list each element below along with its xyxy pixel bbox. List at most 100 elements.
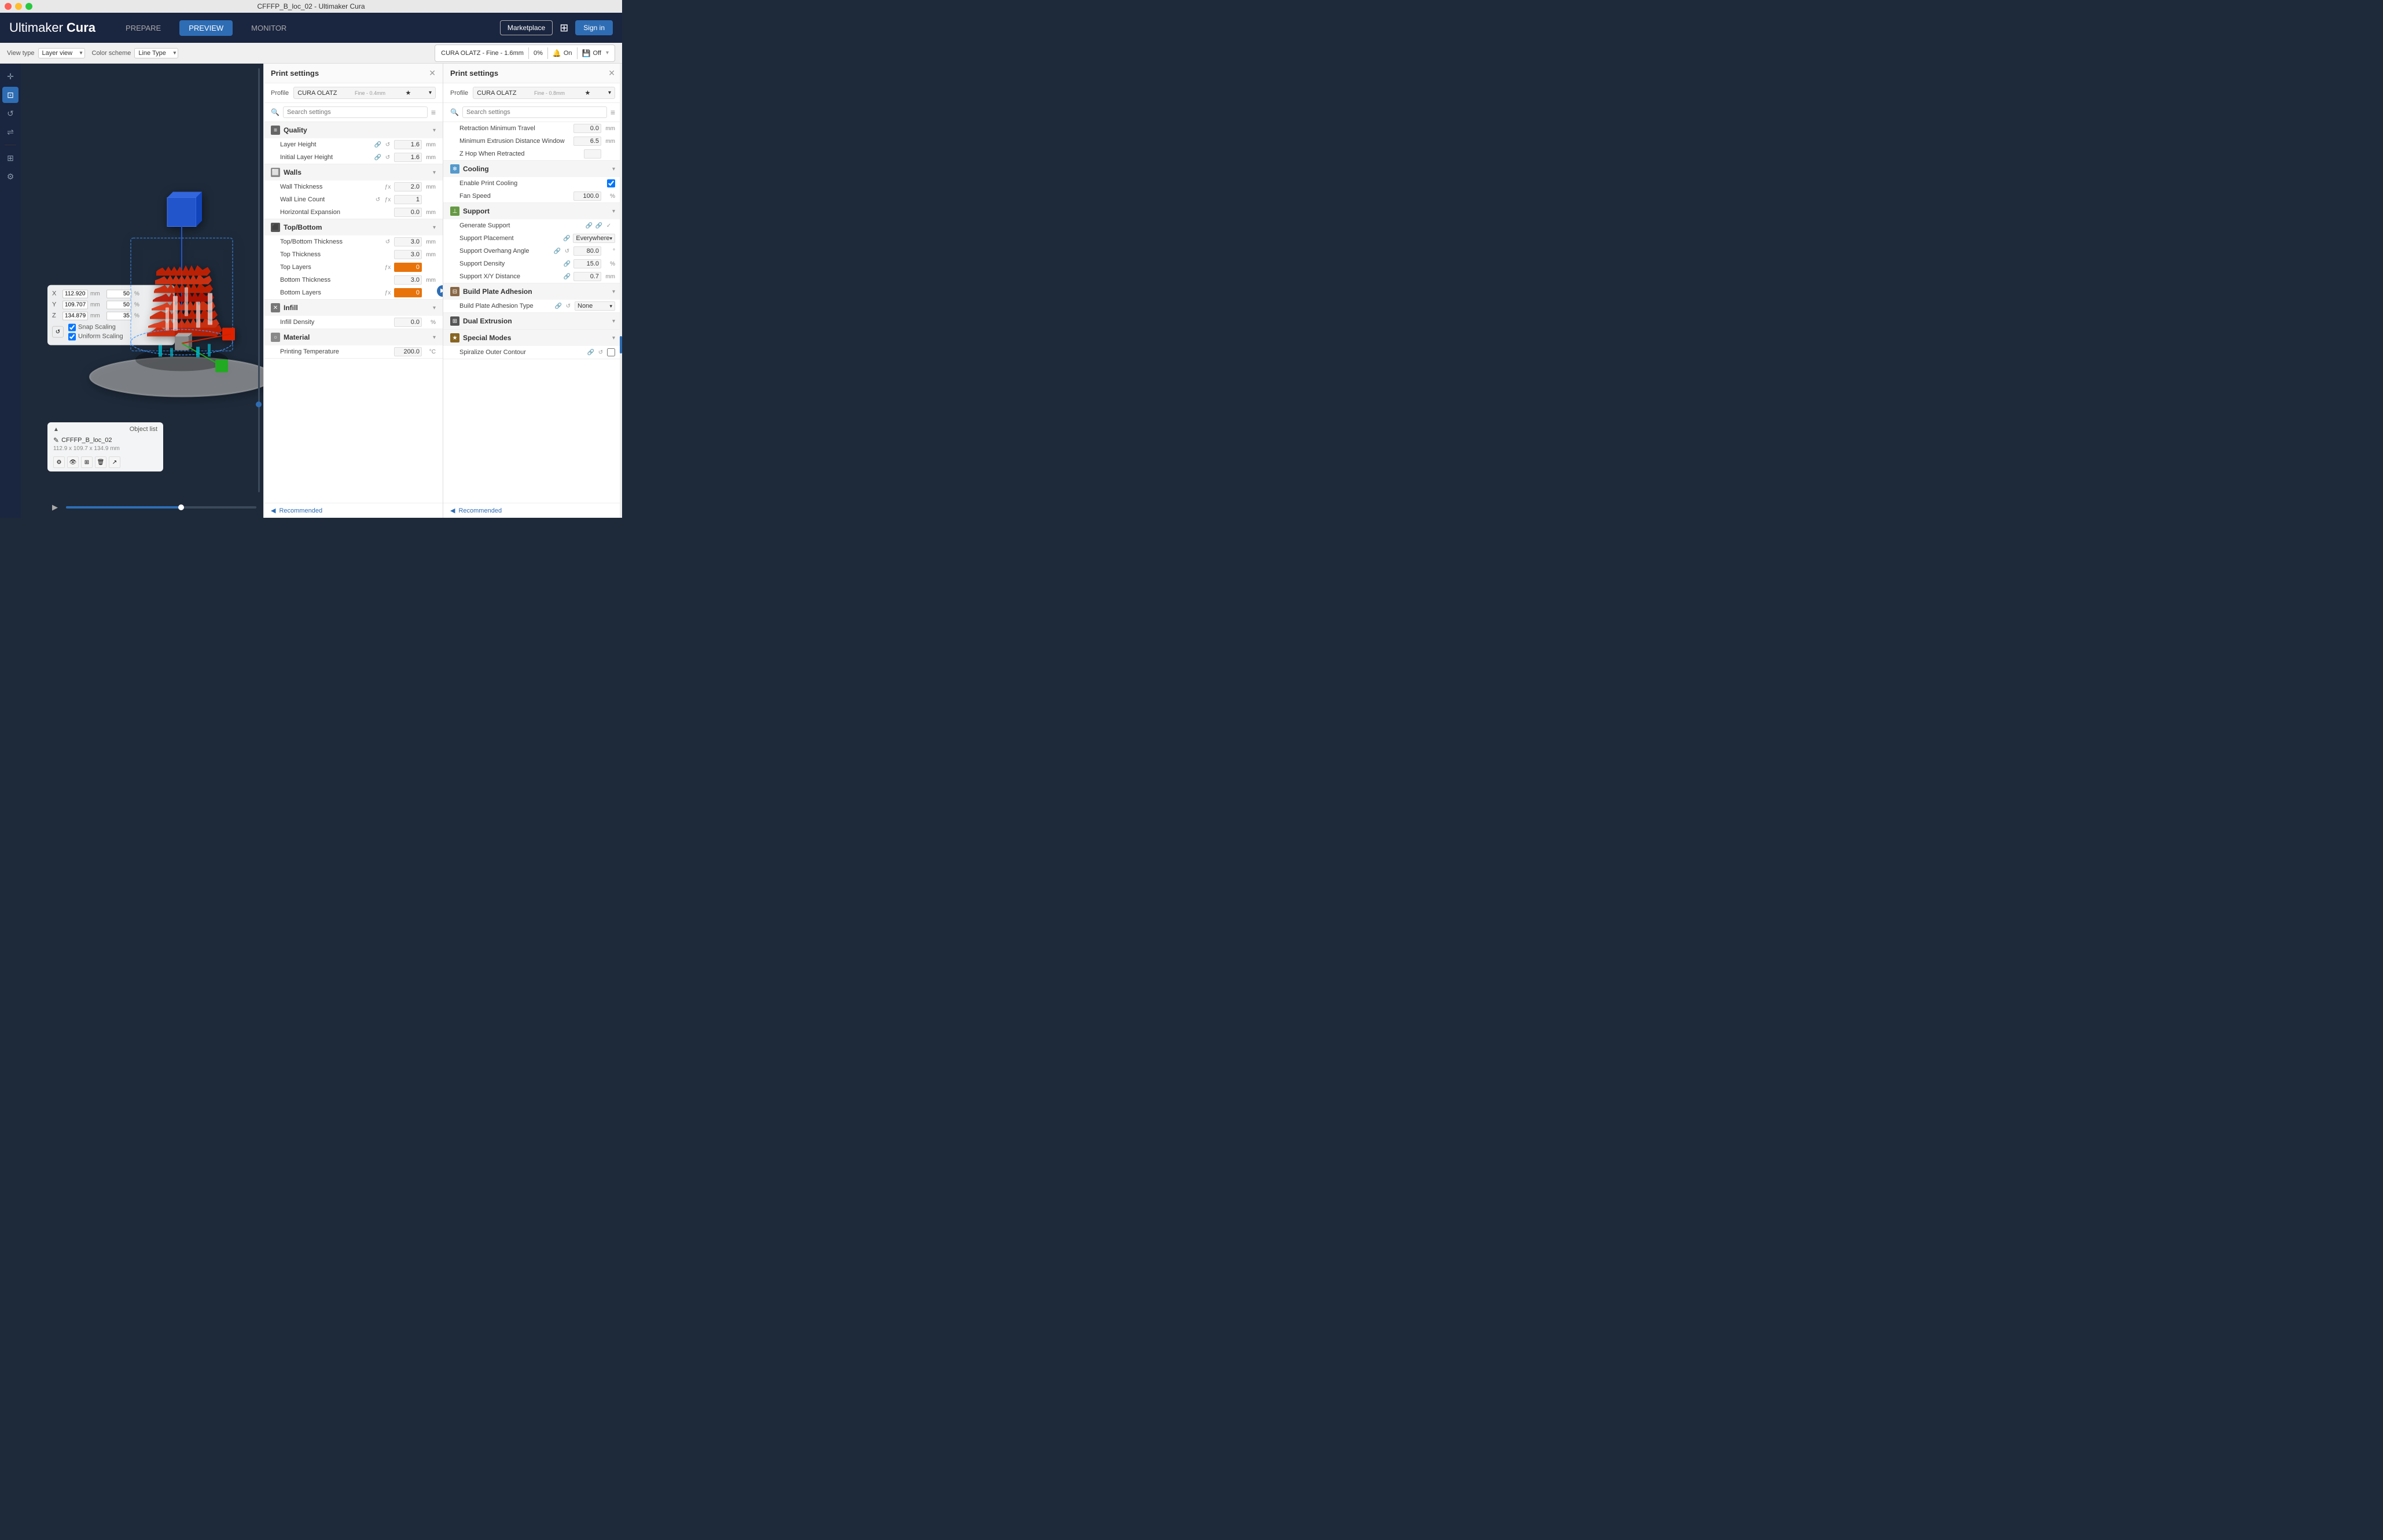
support-density-link-icon[interactable]: 🔗 <box>563 260 571 268</box>
min-extrusion-dist-value[interactable] <box>573 137 601 146</box>
top-layers-value[interactable] <box>394 263 422 272</box>
marketplace-button[interactable]: Marketplace <box>500 20 553 35</box>
obj-delete-icon[interactable]: 🗑 <box>95 456 106 468</box>
play-button[interactable]: ▶ <box>49 501 61 514</box>
close-button[interactable] <box>5 3 12 10</box>
quality-section-header[interactable]: ≡ Quality ▾ <box>264 122 443 138</box>
obj-export-icon[interactable]: ↗ <box>109 456 120 468</box>
bottom-thickness-value[interactable] <box>394 275 422 285</box>
3d-model[interactable] <box>83 180 264 401</box>
chevron-down-icon[interactable]: ▾ <box>606 50 609 56</box>
support-placement-dropdown[interactable]: Everywhere ▾ <box>573 234 615 243</box>
cooling-section-header[interactable]: ❄ Cooling ▾ <box>443 161 622 177</box>
fan-speed-value[interactable] <box>573 191 601 201</box>
wall-thickness-value[interactable] <box>394 182 422 191</box>
printing-temp-value[interactable] <box>394 347 422 356</box>
layer-track[interactable] <box>258 68 260 492</box>
minimize-button[interactable] <box>15 3 22 10</box>
spiralize-reset-icon[interactable]: ↺ <box>597 348 605 356</box>
wall-line-count-reset-icon[interactable]: ↺ <box>374 196 382 204</box>
wall-line-count-value[interactable] <box>394 195 422 204</box>
obj-settings-icon[interactable]: ⚙ <box>53 456 65 468</box>
scale-tool-button[interactable]: ⊡ <box>2 87 19 103</box>
object-list-header[interactable]: ▲ Object list <box>53 426 157 433</box>
horizontal-expansion-value[interactable] <box>394 208 422 217</box>
nav-prepare[interactable]: PREPARE <box>116 20 170 36</box>
color-scheme-select[interactable]: Line Type <box>134 48 178 58</box>
generate-support-link2-icon[interactable]: 🔗 <box>595 222 603 230</box>
support-overhang-reset-icon[interactable]: ↺ <box>563 247 571 255</box>
nav-monitor[interactable]: MONITOR <box>242 20 296 36</box>
spiralize-link-icon[interactable]: 🔗 <box>587 348 595 356</box>
build-plate-adhesion-dropdown[interactable]: None ▾ <box>575 301 615 311</box>
reset-transform-button[interactable]: ↺ <box>52 326 64 338</box>
infill-section-header[interactable]: ✕ Infill ▾ <box>264 300 443 316</box>
layer-height-reset-icon[interactable]: ↺ <box>384 141 392 149</box>
sign-in-button[interactable]: Sign in <box>575 20 613 35</box>
close-left-panel-button[interactable]: ✕ <box>429 68 436 78</box>
material-section-header[interactable]: ○ Material ▾ <box>264 329 443 345</box>
mirror-tool-button[interactable]: ⇌ <box>2 124 19 140</box>
bottom-layers-value[interactable] <box>394 288 422 297</box>
retraction-min-travel-value[interactable] <box>573 124 601 133</box>
recommended-button-right[interactable]: ◀ Recommended <box>443 503 622 518</box>
settings-menu-icon-right[interactable]: ≡ <box>611 108 615 117</box>
layer-progress-bar[interactable] <box>66 506 256 509</box>
color-scheme-select-wrapper[interactable]: Line Type <box>134 48 178 58</box>
profile-select-right[interactable]: CURA OLATZ Fine - 0.8mm ★ ▾ <box>473 87 615 99</box>
wall-thickness-fx-icon[interactable]: ƒx <box>384 183 392 191</box>
special-modes-section-header[interactable]: ★ Special Modes ▾ <box>443 330 622 346</box>
profile-select-left[interactable]: CURA OLATZ Fine - 0.4mm ★ ▾ <box>293 87 436 99</box>
view-type-select[interactable]: Layer view <box>38 48 85 58</box>
support-xy-distance-link-icon[interactable]: 🔗 <box>563 272 571 281</box>
layer-handle[interactable] <box>256 401 262 407</box>
support-tool-button[interactable]: ⊞ <box>2 150 19 166</box>
top-bottom-thickness-value[interactable] <box>394 237 422 246</box>
top-bottom-thickness-reset-icon[interactable]: ↺ <box>384 238 392 246</box>
per-model-settings-button[interactable]: ⚙ <box>2 168 19 185</box>
rotate-tool-button[interactable]: ↺ <box>2 105 19 121</box>
snap-scaling-checkbox[interactable] <box>68 323 76 331</box>
build-plate-adhesion-link-icon[interactable]: 🔗 <box>554 302 562 310</box>
initial-layer-height-reset-icon[interactable]: ↺ <box>384 153 392 161</box>
support-overhang-link-icon[interactable]: 🔗 <box>553 247 561 255</box>
spiralize-outer-contour-checkbox[interactable] <box>607 348 615 356</box>
support-overhang-angle-value[interactable] <box>573 246 601 256</box>
layer-slider-vertical[interactable] <box>254 64 263 497</box>
support-placement-link-icon[interactable]: 🔗 <box>562 234 571 242</box>
top-bottom-section-header[interactable]: ⬛ Top/Bottom ▾ <box>264 219 443 235</box>
support-section-header[interactable]: ⊥ Support ▾ <box>443 203 622 219</box>
maximize-button[interactable] <box>25 3 32 10</box>
layer-height-value[interactable] <box>394 140 422 149</box>
top-layers-fx-icon[interactable]: ƒx <box>384 263 392 271</box>
obj-visible-icon[interactable]: 👁 <box>67 456 79 468</box>
initial-layer-height-link-icon[interactable]: 🔗 <box>374 153 382 161</box>
move-tool-button[interactable]: ✛ <box>2 68 19 84</box>
uniform-scaling-checkbox[interactable] <box>68 333 76 340</box>
walls-section-header[interactable]: ⬜ Walls ▾ <box>264 164 443 180</box>
build-plate-adhesion-reset-icon[interactable]: ↺ <box>564 302 572 310</box>
dual-extrusion-section-header[interactable]: ⊞ Dual Extrusion ▾ <box>443 313 622 329</box>
infill-density-value[interactable] <box>394 318 422 327</box>
settings-menu-icon[interactable]: ≡ <box>431 108 436 117</box>
build-plate-section-header[interactable]: ⊟ Build Plate Adhesion ▾ <box>443 283 622 300</box>
view-type-select-wrapper[interactable]: Layer view <box>38 48 85 58</box>
top-thickness-value[interactable] <box>394 250 422 259</box>
search-input-right[interactable] <box>462 106 607 118</box>
progress-thumb[interactable] <box>178 504 184 510</box>
wall-line-count-fx-icon[interactable]: ƒx <box>384 196 392 204</box>
apps-icon[interactable]: ⊞ <box>557 20 571 36</box>
obj-duplicate-icon[interactable]: ⊞ <box>81 456 93 468</box>
z-hop-retracted-value[interactable] <box>584 149 601 159</box>
nav-preview[interactable]: PREVIEW <box>179 20 233 36</box>
support-xy-distance-value[interactable] <box>573 272 601 281</box>
enable-print-cooling-checkbox[interactable] <box>607 179 615 187</box>
initial-layer-height-value[interactable] <box>394 153 422 162</box>
generate-support-check-icon[interactable]: ✓ <box>605 222 613 230</box>
close-right-panel-button[interactable]: ✕ <box>608 68 615 78</box>
generate-support-link1-icon[interactable]: 🔗 <box>585 222 593 230</box>
support-density-value[interactable] <box>573 259 601 268</box>
search-input-left[interactable] <box>283 106 428 118</box>
layer-height-link-icon[interactable]: 🔗 <box>374 141 382 149</box>
recommended-button-left[interactable]: ◀ Recommended <box>264 503 443 518</box>
